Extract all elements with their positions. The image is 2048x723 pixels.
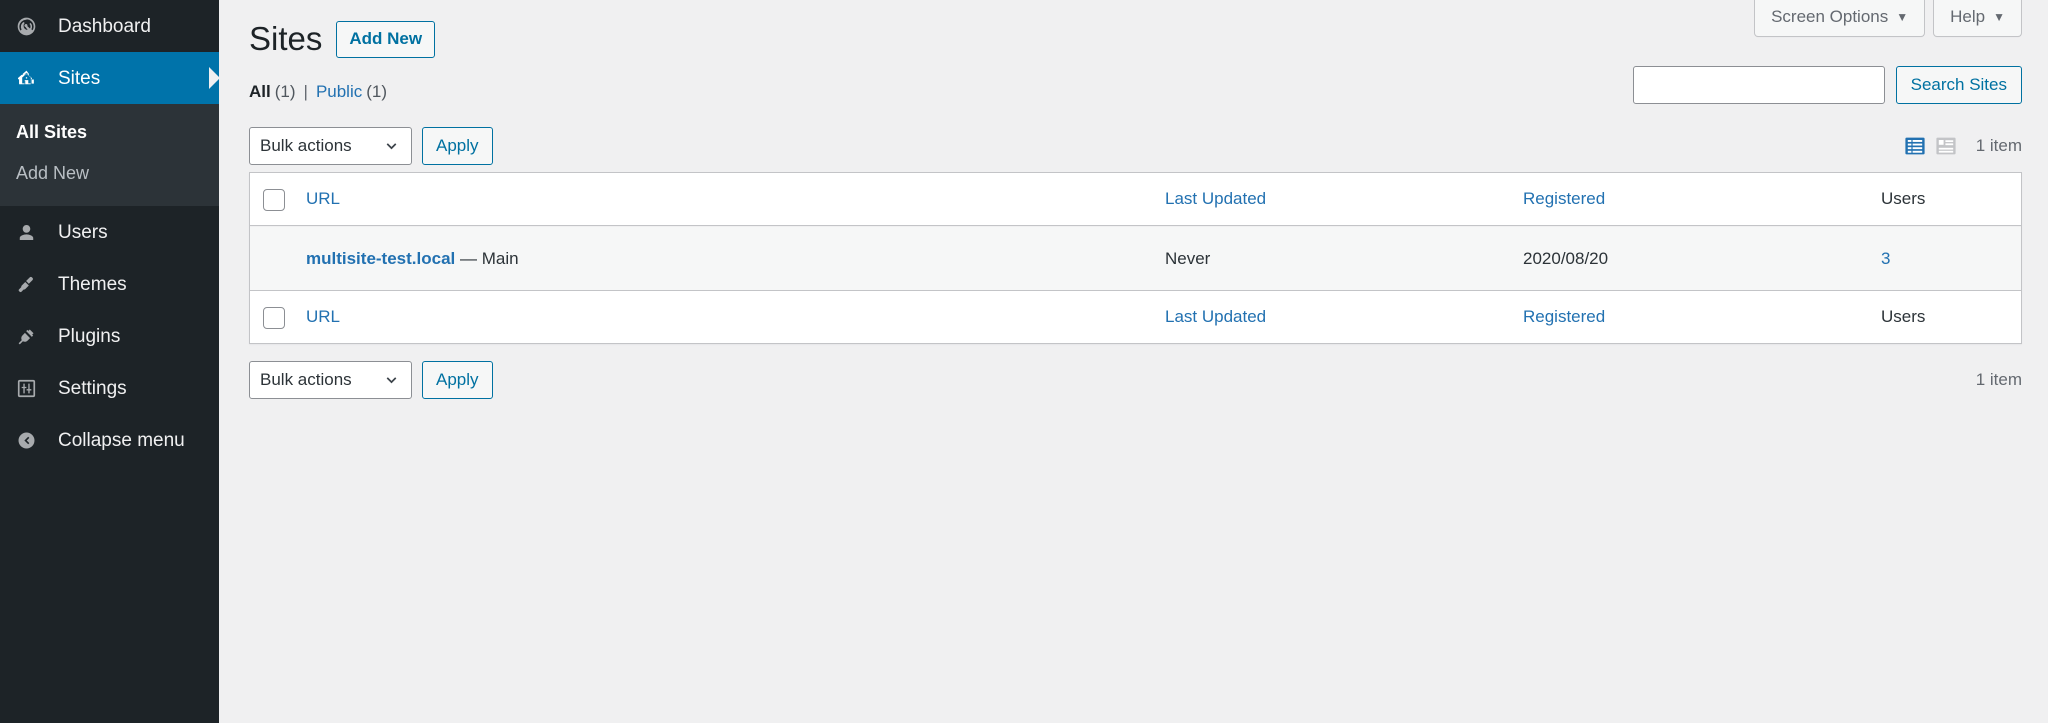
sidebar-label-dashboard: Dashboard <box>58 15 151 37</box>
displaying-num-bottom: 1 item <box>1975 369 2022 389</box>
sort-last-updated-link-bottom[interactable]: Last Updated <box>1165 307 1266 326</box>
table-foot: URL Last Updated Registered Users <box>250 290 2021 343</box>
collapse-icon <box>16 430 46 451</box>
column-header-users: Users <box>1871 173 2021 226</box>
admin-sidebar: Dashboard Sites All Sites Add New Users … <box>0 0 220 723</box>
column-header-registered: Registered <box>1513 173 1871 226</box>
plugins-icon <box>16 326 46 347</box>
sidebar-label-users: Users <box>58 221 108 243</box>
users-icon <box>16 222 46 243</box>
sites-icon <box>16 68 46 89</box>
bulk-actions-bottom: Bulk actions Apply <box>249 360 493 399</box>
sidebar-label-collapse-menu: Collapse menu <box>58 429 185 451</box>
column-header-last-updated: Last Updated <box>1155 173 1513 226</box>
search-input[interactable] <box>1632 66 1885 104</box>
bulk-actions-select-bottom[interactable]: Bulk actions <box>249 360 412 399</box>
sidebar-item-sites[interactable]: Sites <box>0 52 220 104</box>
column-footer-registered: Registered <box>1513 290 1871 343</box>
sort-url-link-bottom[interactable]: URL <box>306 307 340 326</box>
sidebar-item-collapse-menu[interactable]: Collapse menu <box>0 414 219 466</box>
filter-link-public[interactable]: Public <box>316 79 362 105</box>
filter-link-all[interactable]: All <box>249 79 271 105</box>
column-label-users-bottom: Users <box>1881 307 1926 327</box>
view-switch-top: 1 item <box>1903 134 2022 158</box>
column-footer-url: URL <box>296 290 1155 343</box>
row-cell-last-updated: Never <box>1155 225 1513 291</box>
chevron-down-icon: ▼ <box>1993 10 2005 25</box>
table-footer-row: URL Last Updated Registered Users <box>250 290 2021 343</box>
search-sites-button[interactable]: Search Sites <box>1895 66 2022 104</box>
sort-registered-link-bottom[interactable]: Registered <box>1523 307 1605 326</box>
displaying-num-bottom-wrap: 1 item <box>1968 370 2022 390</box>
sidebar-submenu-sites: All Sites Add New <box>0 104 219 207</box>
sort-registered-link-top[interactable]: Registered <box>1523 189 1605 208</box>
row-checkbox-cell <box>250 225 296 291</box>
dashboard-icon <box>16 16 46 37</box>
apply-button-bottom[interactable]: Apply <box>422 360 493 399</box>
table-row: multisite-test.local — Main Never 2020/0… <box>250 225 2021 291</box>
sidebar-label-settings: Settings <box>58 377 127 399</box>
settings-icon <box>16 378 46 399</box>
sort-url-link-top[interactable]: URL <box>306 189 340 208</box>
select-all-header <box>250 173 296 226</box>
search-box: Search Sites <box>1632 66 2022 104</box>
filter-count-public: (1) <box>366 81 388 101</box>
filter-count-all: (1) <box>274 81 296 101</box>
screen-options-tab[interactable]: Screen Options ▼ <box>1754 0 1926 38</box>
tablenav-top: Bulk actions Apply 1 item <box>249 120 2022 172</box>
bulk-actions-top: Bulk actions Apply <box>249 127 493 166</box>
screen-options-label: Screen Options <box>1771 7 1889 26</box>
column-label-users-top: Users <box>1881 189 1926 209</box>
sidebar-item-settings[interactable]: Settings <box>0 362 219 414</box>
table-header-row: URL Last Updated Registered Users <box>250 173 2021 226</box>
chevron-down-icon <box>383 371 400 388</box>
row-cell-users: 3 <box>1871 225 2021 291</box>
sidebar-item-users[interactable]: Users <box>0 206 219 258</box>
apply-button-top[interactable]: Apply <box>422 127 493 166</box>
bulk-actions-selected-top: Bulk actions <box>260 136 352 156</box>
sidebar-subitem-all-sites[interactable]: All Sites <box>0 112 219 153</box>
table-head: URL Last Updated Registered Users <box>250 173 2021 226</box>
sort-last-updated-link-top[interactable]: Last Updated <box>1165 189 1266 208</box>
sidebar-item-themes[interactable]: Themes <box>0 258 219 310</box>
chevron-down-icon: ▼ <box>1896 10 1909 25</box>
sites-table: URL Last Updated Registered Users multis… <box>249 172 2022 344</box>
tablenav-bottom: Bulk actions Apply 1 item <box>249 354 2022 406</box>
row-cell-registered: 2020/08/20 <box>1513 225 1871 291</box>
site-url-suffix: — Main <box>460 248 519 268</box>
admin-page: Dashboard Sites All Sites Add New Users … <box>0 0 2048 723</box>
main-content: Screen Options ▼ Help ▼ Sites Add New Al… <box>219 0 2048 723</box>
table-body: multisite-test.local — Main Never 2020/0… <box>250 225 2021 291</box>
list-view-icon[interactable] <box>1903 134 1927 158</box>
select-all-checkbox-top[interactable] <box>263 188 285 211</box>
site-users-link[interactable]: 3 <box>1881 249 1890 268</box>
screen-meta-links: Screen Options ▼ Help ▼ <box>1754 0 2022 38</box>
sidebar-label-sites: Sites <box>58 67 101 89</box>
sidebar-item-plugins[interactable]: Plugins <box>0 310 219 362</box>
page-title: Sites <box>249 20 323 57</box>
select-all-checkbox-bottom[interactable] <box>263 306 285 329</box>
sidebar-label-themes: Themes <box>58 273 127 295</box>
chevron-down-icon <box>383 138 400 155</box>
bulk-actions-selected-bottom: Bulk actions <box>260 369 352 389</box>
row-cell-url: multisite-test.local — Main <box>296 225 1155 291</box>
sidebar-item-dashboard[interactable]: Dashboard <box>0 0 219 52</box>
column-header-url: URL <box>296 173 1155 226</box>
displaying-num-top: 1 item <box>1975 136 2022 156</box>
add-new-site-button[interactable]: Add New <box>336 21 436 58</box>
excerpt-view-icon[interactable] <box>1934 134 1958 158</box>
column-footer-last-updated: Last Updated <box>1155 290 1513 343</box>
sidebar-subitem-add-new[interactable]: Add New <box>0 153 219 194</box>
site-url-link[interactable]: multisite-test.local <box>306 249 455 268</box>
bulk-actions-select-top[interactable]: Bulk actions <box>249 127 412 166</box>
select-all-footer <box>250 290 296 343</box>
column-footer-users: Users <box>1871 290 2021 343</box>
themes-icon <box>16 274 46 295</box>
help-tab[interactable]: Help ▼ <box>1933 0 2022 38</box>
sidebar-label-plugins: Plugins <box>58 325 121 347</box>
help-label: Help <box>1950 7 1986 26</box>
filter-divider: | <box>303 81 308 101</box>
